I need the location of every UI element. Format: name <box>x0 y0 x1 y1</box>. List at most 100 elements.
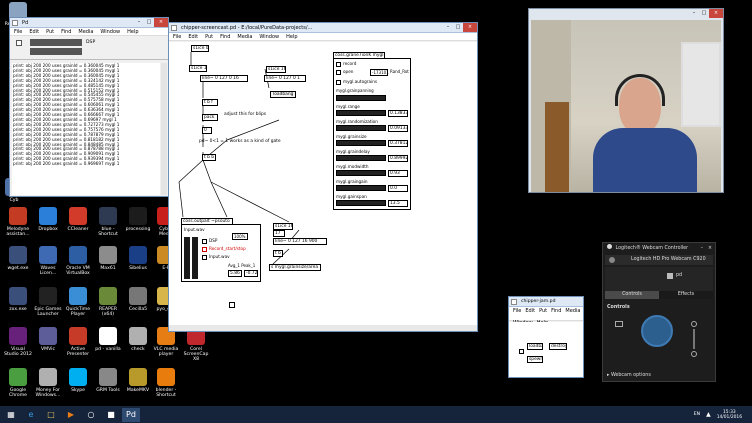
obj-line-0-127-b[interactable]: line~ 0 127 0 1 <box>264 75 306 82</box>
output-file-toggle[interactable] <box>202 255 207 260</box>
camera-joystick[interactable] <box>641 315 673 347</box>
obj-line-0-127[interactable]: line~ 0 127 0 16 <box>200 75 248 82</box>
output-avg-number[interactable]: 5.86 <box>228 270 242 277</box>
number-17[interactable]: 17 <box>273 230 285 237</box>
desktop-icon[interactable]: Google Chrome <box>4 368 32 398</box>
logi-minimize-button[interactable]: – <box>701 243 703 254</box>
obj-slice-16-b[interactable]: s1ice 16 <box>273 223 293 230</box>
number-range[interactable]: 0.13833 <box>388 110 408 117</box>
pd-console-window[interactable]: Pd – □ × File Edit Put Find Media Window Help … <box>9 17 169 197</box>
menu-item[interactable]: File <box>14 28 22 35</box>
obj-tb[interactable]: t b <box>273 250 283 257</box>
small-toggle[interactable] <box>519 349 524 354</box>
desktop-icon[interactable]: zxx.exe <box>4 287 32 312</box>
small-obj-loadbang[interactable]: loadbang <box>527 343 543 350</box>
menu-item[interactable]: Media <box>565 307 580 315</box>
close-button[interactable]: × <box>154 18 168 27</box>
desktop-icon[interactable]: blue - Shortcut <box>94 207 122 237</box>
menu-item[interactable]: Put <box>539 307 547 315</box>
desktop-icon[interactable]: CecilIa5 <box>124 287 152 312</box>
desktop-icon[interactable]: Skype <box>64 368 92 393</box>
number-randomization[interactable]: 0.09133 <box>388 125 408 132</box>
menu-item[interactable]: Window <box>100 28 120 35</box>
desktop-icon[interactable]: Waves Licen... <box>34 246 62 276</box>
desktop-icon[interactable]: blender - Shortcut <box>152 368 180 398</box>
obj-line-16-900[interactable]: line~ 0 127 16 900 <box>273 238 327 245</box>
slider-grainsize[interactable] <box>336 140 386 146</box>
obj-slice-16[interactable]: s1ice 16 <box>266 66 286 73</box>
output-dsp-toggle[interactable] <box>202 239 207 244</box>
obj-tbf[interactable]: t b f <box>202 99 218 106</box>
maximize-button[interactable]: □ <box>699 9 709 18</box>
slider-range[interactable] <box>336 95 386 101</box>
menu-item[interactable]: Edit <box>29 28 39 35</box>
desktop-icon[interactable]: processing <box>124 207 152 232</box>
small-obj-spewrite[interactable]: spewrite <box>527 356 543 363</box>
slider-graingain[interactable] <box>336 185 386 191</box>
obj-slice-1[interactable]: s1ice 1 <box>189 65 207 72</box>
desktop-icon[interactable]: Oracle VM VirtualBox <box>64 246 92 276</box>
minimize-button[interactable]: – <box>134 18 144 27</box>
desktop-icon[interactable]: QuickTime Player <box>64 287 92 317</box>
desktop-icon[interactable]: Dropbox <box>34 207 62 232</box>
webcam-options-link[interactable]: ▸ Webcam options <box>607 373 651 378</box>
dsp-checkbox[interactable] <box>16 40 22 46</box>
patch-canvas[interactable]: s1ice 0 s1ice 1 line~ 0 127 0 16 s1ice 1… <box>169 42 477 331</box>
maximize-button[interactable]: □ <box>144 18 154 27</box>
menu-item[interactable]: Put <box>46 28 54 35</box>
menu-item[interactable]: File <box>173 33 181 40</box>
close-button[interactable]: × <box>709 9 723 18</box>
logi-device-row[interactable]: Logitech HD Pro Webcam C920 <box>605 255 713 265</box>
menu-item[interactable]: Help <box>127 28 138 35</box>
granular-panel[interactable]: record open -173101 Rand_Rot mygl.autogr… <box>333 58 411 210</box>
desktop-icon[interactable]: Corel ScreenCap X8 <box>182 327 210 362</box>
desktop-icon[interactable]: Visual Studio 2012 <box>4 327 32 357</box>
slider-graindelay[interactable] <box>336 155 386 161</box>
desktop-icon[interactable]: GRM Tools <box>94 368 122 393</box>
small-canvas[interactable]: loadbang destroy spewrite <box>509 322 583 377</box>
number-graindelay[interactable]: 0.89992 <box>388 155 408 162</box>
logitech-controller[interactable]: Logitech® Webcam Controller – × Logitech… <box>602 242 716 382</box>
tab-controls[interactable]: Controls <box>605 291 659 299</box>
output-record-toggle[interactable] <box>202 247 207 252</box>
pd-small-window[interactable]: chipper-jam.pd FileEditPutFindMediaWindo… <box>508 296 584 378</box>
msg-loadbang[interactable]: loadbang <box>270 91 297 98</box>
monitor-icon[interactable] <box>615 321 623 327</box>
zoom-slider[interactable] <box>693 329 695 349</box>
desktop-icon[interactable]: Melodyne assistan... <box>4 207 32 237</box>
menu-item[interactable]: Edit <box>188 33 198 40</box>
close-button[interactable]: × <box>463 23 477 32</box>
tray-network-icon[interactable]: ▲ <box>706 411 711 418</box>
output-volume-number[interactable]: 100% <box>232 233 248 240</box>
desktop-icon[interactable]: MakeMKV <box>124 368 152 393</box>
logi-close-button[interactable]: × <box>708 243 712 254</box>
slider-gainspan[interactable] <box>336 200 386 206</box>
obj-slice-0[interactable]: s1ice 0 <box>191 45 209 52</box>
menu-item[interactable]: Find <box>220 33 230 40</box>
output-peak-number[interactable]: -0.72 <box>244 270 258 277</box>
taskbar-media-icon[interactable]: ▶ <box>62 408 80 422</box>
desktop-icon[interactable]: wget.exe <box>4 246 32 271</box>
console-output[interactable]: print: obj 200 200 uses grainId = 0.3600… <box>12 63 160 195</box>
scrollbar-horizontal[interactable] <box>169 325 477 331</box>
desktop-icon[interactable]: Epic Games Launcher <box>34 287 62 317</box>
toggle-record[interactable] <box>336 62 341 67</box>
number-graingain[interactable]: 0.0 <box>388 185 408 192</box>
taskbar-explorer-icon[interactable]: □ <box>42 408 60 422</box>
console-scrollbar[interactable] <box>161 63 167 195</box>
menu-item[interactable]: Put <box>205 33 213 40</box>
slider-mygl-range[interactable] <box>336 110 386 116</box>
menu-item[interactable]: Help <box>286 33 297 40</box>
patch-titlebar[interactable]: chipper-screencast.pd - E:/local/PureDat… <box>169 23 477 33</box>
number-modwidth[interactable]: 0.93 <box>388 170 408 177</box>
small-titlebar[interactable]: chipper-jam.pd <box>509 297 583 307</box>
desktop-icon[interactable]: Max61 <box>94 246 122 271</box>
minimize-button[interactable]: – <box>443 23 453 32</box>
small-obj-destroy[interactable]: destroy <box>549 343 567 350</box>
logi-user-row[interactable]: pd <box>605 267 713 291</box>
start-button[interactable]: ▦ <box>2 408 20 422</box>
desktop-icon[interactable]: CCleaner <box>64 207 92 232</box>
number-gainspan[interactable]: 13.5 <box>388 200 408 207</box>
menu-item[interactable]: Window <box>259 33 279 40</box>
menu-item[interactable]: Find <box>551 307 561 315</box>
